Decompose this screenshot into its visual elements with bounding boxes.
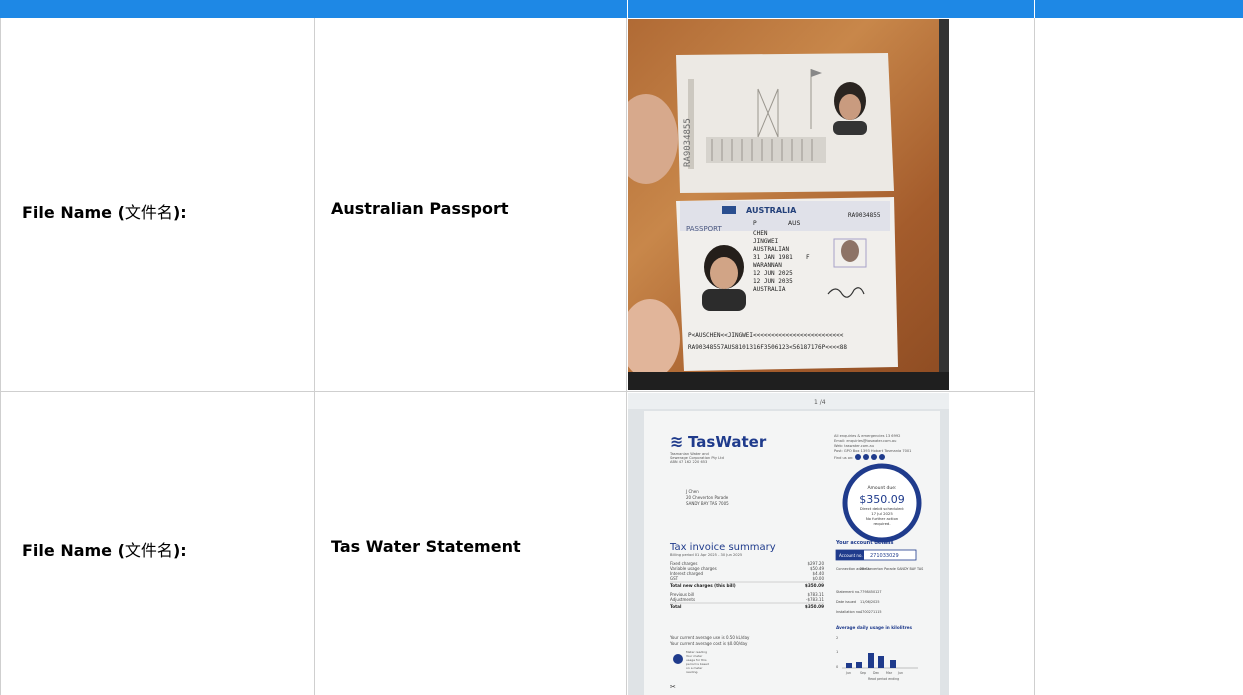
- svg-text:AUSTRALIAN: AUSTRALIAN: [753, 246, 790, 253]
- photo-edge: [939, 19, 949, 390]
- svg-text:Email: enquiries@taswater.com.: Email: enquiries@taswater.com.au: [834, 439, 896, 443]
- svg-text:31 JAN 1981: 31 JAN 1981: [753, 254, 793, 261]
- statement-image: 1 /4 ≋ TasWater Tasmanian Water and Sewe…: [628, 393, 949, 695]
- svg-text:GST: GST: [670, 576, 679, 581]
- usage-bar: [890, 660, 896, 668]
- svg-text:Total: Total: [670, 604, 682, 609]
- svg-text:Web: taswater.com.au: Web: taswater.com.au: [834, 444, 874, 448]
- parliament-drawing: [706, 137, 826, 163]
- amount-due: $350.09: [859, 493, 905, 506]
- scissors-icon: ✂: [670, 683, 676, 691]
- usage-bar: [846, 663, 852, 668]
- svg-text:20 Cheverton Parade SANDY BAY: 20 Cheverton Parade SANDY BAY TAS: [860, 567, 923, 571]
- svg-text:Mar: Mar: [886, 671, 893, 675]
- svg-text:Date issued: Date issued: [836, 600, 856, 604]
- svg-text:7798450127: 7798450127: [860, 590, 882, 594]
- hand: [628, 299, 680, 379]
- svg-text:$350.09: $350.09: [805, 604, 824, 609]
- svg-text:WARANNAN: WARANNAN: [753, 262, 782, 269]
- table-header-cell: [0, 0, 627, 18]
- table-header-cell: [628, 0, 1034, 18]
- svg-text:4700271115: 4700271115: [860, 610, 882, 614]
- svg-text:Statement no.: Statement no.: [836, 590, 860, 594]
- svg-text:1: 1: [836, 650, 838, 654]
- svg-text:Dec: Dec: [873, 671, 879, 675]
- svg-text:CHEN: CHEN: [753, 230, 768, 237]
- page-counter: 1 /4: [814, 399, 826, 406]
- svg-text:Amount due:: Amount due:: [867, 485, 896, 491]
- brand-text: TasWater: [688, 433, 767, 451]
- file-name-value: Australian Passport: [331, 199, 509, 218]
- svg-text:-$783.11: -$783.11: [806, 597, 824, 602]
- svg-text:$0.00: $0.00: [813, 576, 825, 581]
- row-label: File Name (文件名):: [22, 203, 187, 222]
- svg-text:20 Cheverton Parade: 20 Cheverton Parade: [686, 495, 729, 500]
- svg-text:J Chen: J Chen: [685, 489, 699, 494]
- mrz-line-2: RA90348557AUS8101316F3506123<56187176P<<…: [688, 344, 847, 351]
- svg-text:2: 2: [836, 636, 838, 640]
- svg-text:AUSTRALIA: AUSTRALIA: [753, 286, 786, 293]
- account-number: 271033029: [870, 553, 899, 559]
- summary-title: Tax invoice summary: [669, 542, 776, 553]
- svg-text:required.: required.: [873, 521, 890, 526]
- grid-line: [0, 18, 1, 695]
- svg-text:Billing period 01 Apr 2025 - 3: Billing period 01 Apr 2025 - 30 Jun 2025: [670, 553, 742, 557]
- svg-text:Jun: Jun: [845, 671, 851, 675]
- svg-text:Find us on:: Find us on:: [834, 456, 854, 460]
- mrz-line-1: P<AUSCHEN<<JINGWEI<<<<<<<<<<<<<<<<<<<<<<…: [688, 332, 844, 339]
- svg-text:Adjustments: Adjustments: [670, 597, 695, 602]
- doc-type-text: PASSPORT: [686, 225, 723, 233]
- hand: [628, 94, 678, 184]
- svg-text:ABN 47 162 220 653: ABN 47 162 220 653: [670, 460, 707, 464]
- svg-text:SANDY BAY TAS 7005: SANDY BAY TAS 7005: [686, 501, 729, 506]
- svg-text:All enquiries & emergencies 13: All enquiries & emergencies 13 6992: [834, 434, 900, 438]
- row-divider: [0, 391, 1035, 392]
- svg-text:Jun: Jun: [897, 671, 903, 675]
- country-text: AUSTRALIA: [746, 206, 797, 215]
- svg-text:JINGWEI: JINGWEI: [753, 238, 779, 245]
- svg-text:12 JUN 2025: 12 JUN 2025: [753, 270, 793, 277]
- svg-text:$350.09: $350.09: [805, 583, 824, 588]
- svg-text:Account no.: Account no.: [839, 553, 863, 558]
- passport-image: RA9034855 AUSTRALIA PASSPORT P AUS RA903…: [628, 53, 898, 379]
- svg-text:12 JUN 2035: 12 JUN 2035: [753, 278, 793, 285]
- grid-line: [314, 18, 315, 695]
- taswater-statement-photo: 1 /4 ≋ TasWater Tasmanian Water and Sewe…: [628, 393, 949, 695]
- page-number-text: RA9034855: [683, 118, 693, 167]
- svg-text:Installation no.: Installation no.: [836, 610, 861, 614]
- passport-photo: RA9034855 AUSTRALIA PASSPORT P AUS RA903…: [628, 19, 949, 390]
- svg-text:reading.: reading.: [686, 670, 698, 674]
- svg-text:Post: GPO Box 1393 Hobart Tasm: Post: GPO Box 1393 Hobart Tasmania 7001: [834, 449, 911, 453]
- svg-text:AUS: AUS: [788, 220, 800, 227]
- meter-icon: [673, 654, 683, 664]
- svg-text:Read period ending: Read period ending: [868, 677, 899, 681]
- usage-bar: [878, 656, 884, 668]
- row-label: File Name (文件名):: [22, 541, 187, 560]
- svg-text:P: P: [753, 220, 757, 227]
- usage-bar: [856, 662, 862, 668]
- svg-text:RA9034855: RA9034855: [848, 212, 881, 219]
- svg-text:Total new charges (this bill): Total new charges (this bill): [670, 583, 736, 588]
- svg-text:Sep: Sep: [860, 671, 866, 675]
- account-title: Your account details: [835, 540, 894, 546]
- file-name-value: Tas Water Statement: [331, 537, 521, 556]
- svg-text:Your current average cost is $: Your current average cost is $0.00/day: [669, 641, 748, 646]
- svg-text:Your current average use is 0.: Your current average use is 0.50 kL/day: [669, 635, 750, 640]
- svg-text:11/06/2025: 11/06/2025: [860, 600, 880, 604]
- taswater-logo: ≋: [670, 432, 683, 451]
- usage-chart-title: Average daily usage in kilolitres: [836, 625, 913, 630]
- usage-bar: [868, 653, 874, 668]
- svg-text:F: F: [806, 254, 810, 261]
- grid-line: [626, 18, 627, 695]
- photo-edge: [628, 372, 949, 390]
- table-header-cell: [1035, 0, 1243, 18]
- document-table: File Name (文件名): Australian Passport RA9…: [0, 0, 1243, 695]
- grid-line: [1034, 18, 1035, 695]
